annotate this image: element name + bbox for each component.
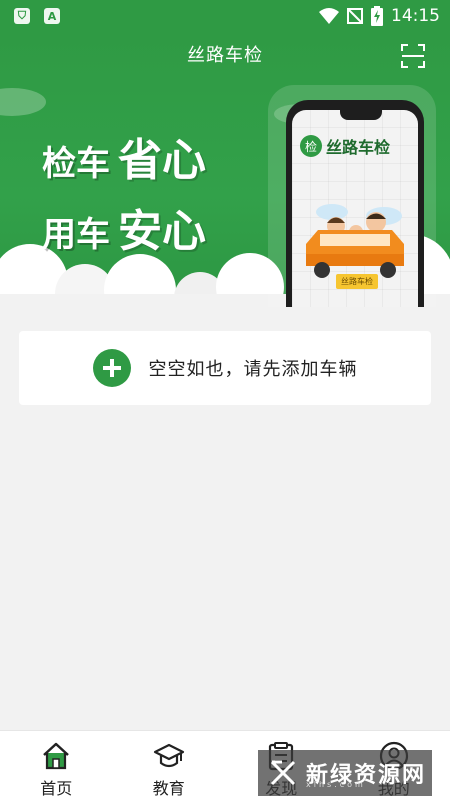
add-icon[interactable]	[93, 349, 131, 387]
phone-notch	[340, 110, 382, 120]
status-left-icons: ⛉ A	[14, 8, 60, 24]
slogan-line-1-big: 省心	[118, 135, 206, 186]
tab-home[interactable]: 首页	[0, 731, 113, 801]
status-right-icons: 14:15	[319, 6, 440, 26]
slogan-line-2-small: 用车	[42, 215, 110, 255]
slogan-line-2-big: 安心	[118, 206, 206, 257]
tab-education-label: 教育	[153, 775, 185, 799]
status-bar: ⛉ A 14:15	[0, 0, 450, 32]
inspection-logo-icon: 检	[300, 135, 322, 157]
phone-screen: 检 丝路车检 丝路车检	[292, 110, 418, 307]
watermark-overlay: 新绿资源网 xlhs.com	[258, 750, 432, 796]
hero-banner: 丝路车检 检车省心 用车安心 检 丝路车检	[0, 32, 450, 307]
main-content: 空空如也，请先添加车辆	[0, 307, 450, 730]
app-title: 丝路车检	[0, 41, 450, 67]
watermark-subtext: xlhs.com	[306, 780, 366, 789]
slogan-line-1: 检车省心	[42, 124, 206, 188]
phone-plate-tag: 丝路车检	[336, 274, 378, 289]
slogan-line-1-small: 检车	[42, 144, 110, 184]
phone-app-header: 检 丝路车检	[300, 134, 390, 158]
phone-mockup: 检 丝路车检 丝路车检	[286, 100, 424, 307]
home-icon	[40, 740, 72, 772]
graduation-cap-icon	[153, 740, 185, 772]
add-vehicle-card[interactable]: 空空如也，请先添加车辆	[19, 331, 431, 405]
watermark-logo-icon	[268, 758, 298, 788]
wifi-icon	[319, 7, 339, 25]
tab-home-label: 首页	[40, 775, 72, 799]
battery-charging-icon	[371, 6, 383, 26]
a-icon: A	[44, 8, 60, 24]
no-signal-icon	[347, 7, 363, 25]
shield-icon: ⛉	[14, 8, 30, 24]
empty-state-text: 空空如也，请先添加车辆	[149, 355, 358, 381]
status-time: 14:15	[391, 6, 440, 26]
phone-app-title: 丝路车检	[326, 134, 390, 158]
scan-icon[interactable]	[400, 43, 426, 69]
family-car-illustration	[292, 182, 418, 282]
slogan-line-2: 用车安心	[42, 195, 206, 259]
tab-education[interactable]: 教育	[113, 731, 226, 801]
